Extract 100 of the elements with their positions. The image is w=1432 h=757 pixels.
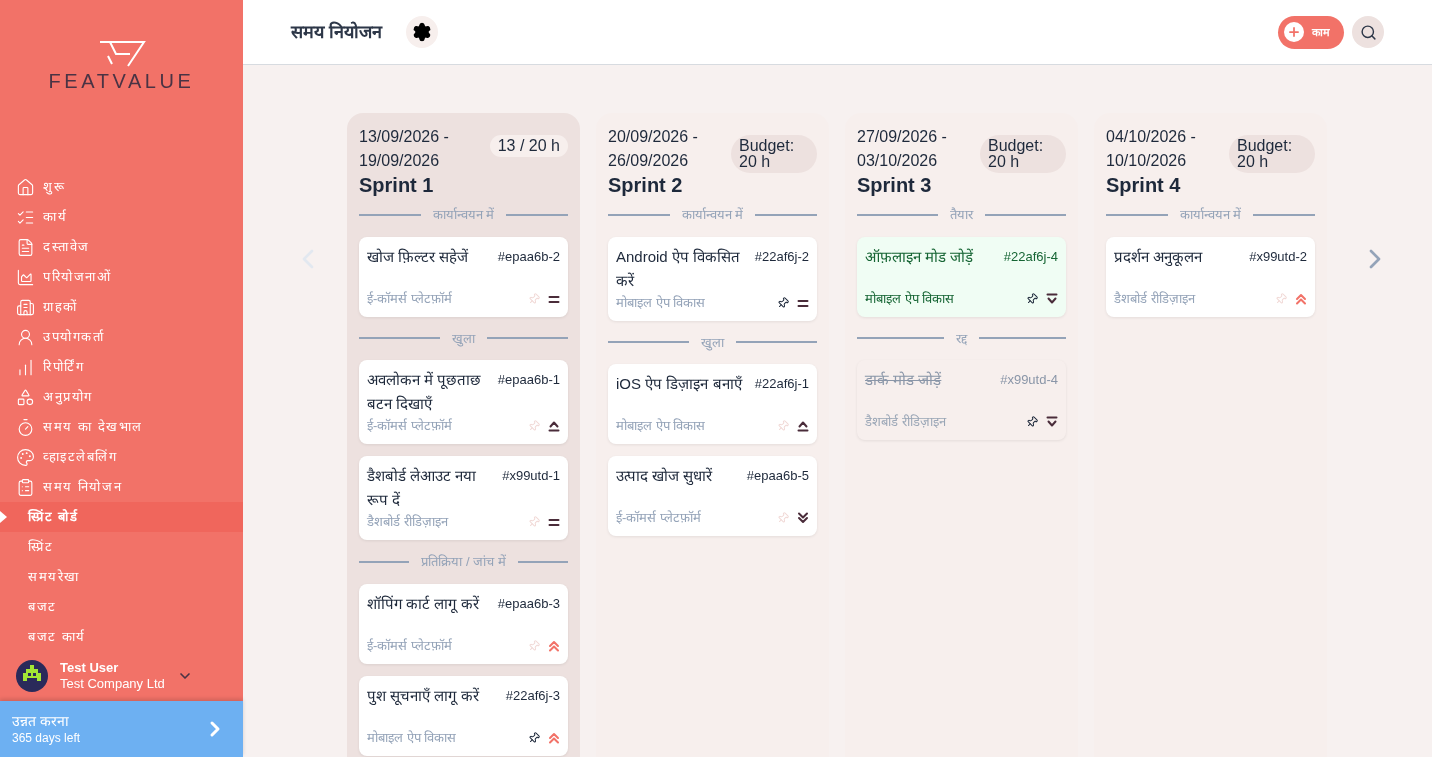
user-name: Test User	[60, 660, 120, 675]
task-title: खोज फ़िल्टर सहेजें	[367, 246, 469, 267]
status-label: खुला	[700, 333, 726, 352]
task-card[interactable]: प्रदर्शन अनुकूलन #x99utd-2 डैशबोर्ड रीडिज़ाइन	[1106, 236, 1315, 317]
plus-icon	[1284, 22, 1304, 42]
task-title: डैशबोर्ड लेआउट नया रूप दें	[367, 466, 478, 510]
status-label: प्रतिक्रिया / जांच में	[420, 553, 507, 571]
project-name: ई-कॉमर्स प्लेटफ़ॉर्म	[616, 509, 701, 527]
task-card[interactable]: iOS ऐप डिज़ाइन बनाएँ #22af6j-1 मोबाइल ऐप विकास	[608, 364, 817, 444]
project-name: ई-कॉमर्स प्लेटफ़ॉर्म	[367, 289, 452, 308]
task-card[interactable]: उत्पाद खोज सुधारें #epaa6b-5 ई-कॉमर्स प्लेटफ़ॉर्म	[608, 456, 817, 536]
upgrade-title: उन्नत करना	[12, 712, 70, 730]
nav-item[interactable]: दस्तावेज	[0, 232, 243, 262]
page-title: समय नियोजन	[291, 20, 382, 44]
nav-item[interactable]: समय नियोजन	[0, 472, 243, 502]
logo-icon	[97, 40, 146, 68]
project-name: मोबाइल ऐप विकास	[865, 289, 955, 308]
document-icon	[16, 237, 35, 257]
status-label: तैयार	[949, 206, 975, 224]
subnav-item[interactable]: स्प्रिंट बोर्ड	[0, 502, 243, 532]
task-card[interactable]: खोज फ़िल्टर सहेजें #epaa6b-2 ई-कॉमर्स प्लेटफ़ॉर्म	[359, 236, 568, 317]
search-icon	[1359, 23, 1377, 41]
nav-item[interactable]: रिपोर्टिंग	[0, 352, 243, 382]
chart-icon	[16, 267, 35, 287]
user-icon	[16, 327, 35, 347]
task-title: डार्क मोड जोड़ें	[865, 370, 942, 390]
status-label: कार्यान्वयन में	[1178, 206, 1243, 224]
task-card[interactable]: Android ऐप विकसित करें #22af6j-2 मोबाइल ऐप विकास	[608, 236, 817, 321]
timer-icon	[16, 417, 35, 437]
sprint-name: Sprint 2	[608, 173, 684, 197]
sprint-dates: 27/09/2026 - 03/10/2026	[857, 127, 948, 171]
task-id: #22af6j-1	[754, 375, 809, 393]
subnav-item[interactable]: बजट कार्य	[0, 622, 243, 652]
avatar-icon	[16, 660, 48, 692]
task-card[interactable]: पुश सूचनाएँ लागू करें #22af6j-3 मोबाइल ऐप विकास	[359, 675, 568, 756]
budget-badge: 13 / 20 h	[489, 135, 568, 157]
task-title: Android ऐप विकसित करें	[616, 246, 742, 291]
task-title: उत्पाद खोज सुधारें	[616, 466, 713, 487]
nav-item[interactable]: अनुप्रयोग	[0, 382, 243, 412]
nav-item[interactable]: व्हाइटलेबलिंग	[0, 442, 243, 472]
task-id: #epaa6b-5	[746, 467, 809, 485]
building-icon	[16, 297, 35, 317]
task-id: #epaa6b-3	[497, 594, 560, 613]
project-name: मोबाइल ऐप विकास	[367, 728, 457, 747]
nav-item[interactable]: ग्राहकों	[0, 292, 243, 322]
nav-item[interactable]: शुरू	[0, 172, 243, 202]
subnav-item[interactable]: स्प्रिंट	[0, 532, 243, 562]
budget-badge: Budget: 20 h	[1229, 135, 1315, 173]
task-title: ऑफ़लाइन मोड जोड़ें	[865, 246, 974, 267]
clipboard-icon	[16, 477, 35, 497]
task-id: #22af6j-2	[754, 247, 809, 266]
home-icon	[16, 177, 35, 197]
nav-item[interactable]: कार्य	[0, 202, 243, 232]
days-left: 365 days left	[12, 730, 81, 746]
task-title: शॉपिंग कार्ट लागू करें	[367, 593, 479, 615]
status-label: रद्द	[955, 329, 969, 348]
sprint-name: Sprint 4	[1106, 173, 1182, 197]
project-name: मोबाइल ऐप विकास	[616, 293, 706, 312]
upgrade-button[interactable]: उन्नत करना 365 days left	[0, 701, 243, 757]
task-card[interactable]: डैशबोर्ड लेआउट नया रूप दें #x99utd-1 डैशबोर्ड रीडिज़ाइन	[359, 456, 568, 540]
sprint-name: Sprint 3	[857, 173, 933, 197]
logo-text: FEATVALUE	[48, 69, 195, 94]
task-title: पुश सूचनाएँ लागू करें	[367, 685, 479, 707]
shapes-icon	[16, 387, 35, 407]
sprint-dates: 20/09/2026 - 26/09/2026	[608, 127, 699, 171]
sprint-dates: 04/10/2026 - 10/10/2026	[1106, 127, 1197, 171]
subnav-item[interactable]: बजट	[0, 592, 243, 622]
budget-badge: Budget: 20 h	[731, 135, 817, 173]
selected-marker-icon	[0, 511, 7, 523]
palette-icon	[16, 447, 35, 467]
sprint-name: Sprint 1	[359, 173, 435, 197]
task-card[interactable]: अवलोकन में पूछताछ बटन दिखाएँ #epaa6b-1 ई-कॉमर्स प्लेटफ़ॉर्म	[359, 360, 568, 444]
nav-item[interactable]: परियोजनाओं	[0, 262, 243, 292]
budget-badge: Budget: 20 h	[980, 135, 1066, 173]
sprint-dates: 13/09/2026 - 19/09/2026	[359, 127, 450, 171]
settings-button[interactable]	[406, 16, 438, 48]
project-name: मोबाइल ऐप विकास	[616, 417, 706, 435]
nav-item[interactable]: समय का देखभाल	[0, 412, 243, 442]
task-title: अवलोकन में पूछताछ बटन दिखाएँ	[367, 370, 483, 414]
project-name: ई-कॉमर्स प्लेटफ़ॉर्म	[367, 636, 452, 655]
subnav-item[interactable]: समयरेखा	[0, 562, 243, 592]
project-name: डैशबोर्ड रीडिज़ाइन	[1114, 289, 1195, 308]
task-card[interactable]: ऑफ़लाइन मोड जोड़ें #22af6j-4 मोबाइल ऐप विकास	[857, 236, 1066, 317]
project-name: डैशबोर्ड रीडिज़ाइन	[865, 413, 946, 431]
task-card[interactable]: डार्क मोड जोड़ें #x99utd-4 डैशबोर्ड रीडिज़ाइन	[857, 360, 1066, 440]
project-name: ई-कॉमर्स प्लेटफ़ॉर्म	[367, 417, 452, 435]
bars-icon	[16, 357, 35, 377]
status-label: कार्यान्वयन में	[680, 206, 745, 224]
task-id: #22af6j-4	[1003, 247, 1058, 266]
search-button[interactable]	[1352, 16, 1384, 48]
task-title: प्रदर्शन अनुकूलन	[1114, 246, 1203, 268]
task-card[interactable]: शॉपिंग कार्ट लागू करें #epaa6b-3 ई-कॉमर्स प्लेटफ़ॉर्म	[359, 583, 568, 664]
task-id: #x99utd-4	[1000, 371, 1058, 389]
task-id: #epaa6b-2	[497, 247, 560, 266]
nav-item[interactable]: उपयोगकर्ता	[0, 322, 243, 352]
add-task-button[interactable]: काम	[1278, 15, 1344, 49]
task-id: #x99utd-1	[502, 467, 560, 485]
company-name: Test Company Ltd	[60, 675, 165, 692]
task-id: #epaa6b-1	[497, 371, 560, 389]
task-title: iOS ऐप डिज़ाइन बनाएँ	[616, 374, 742, 394]
